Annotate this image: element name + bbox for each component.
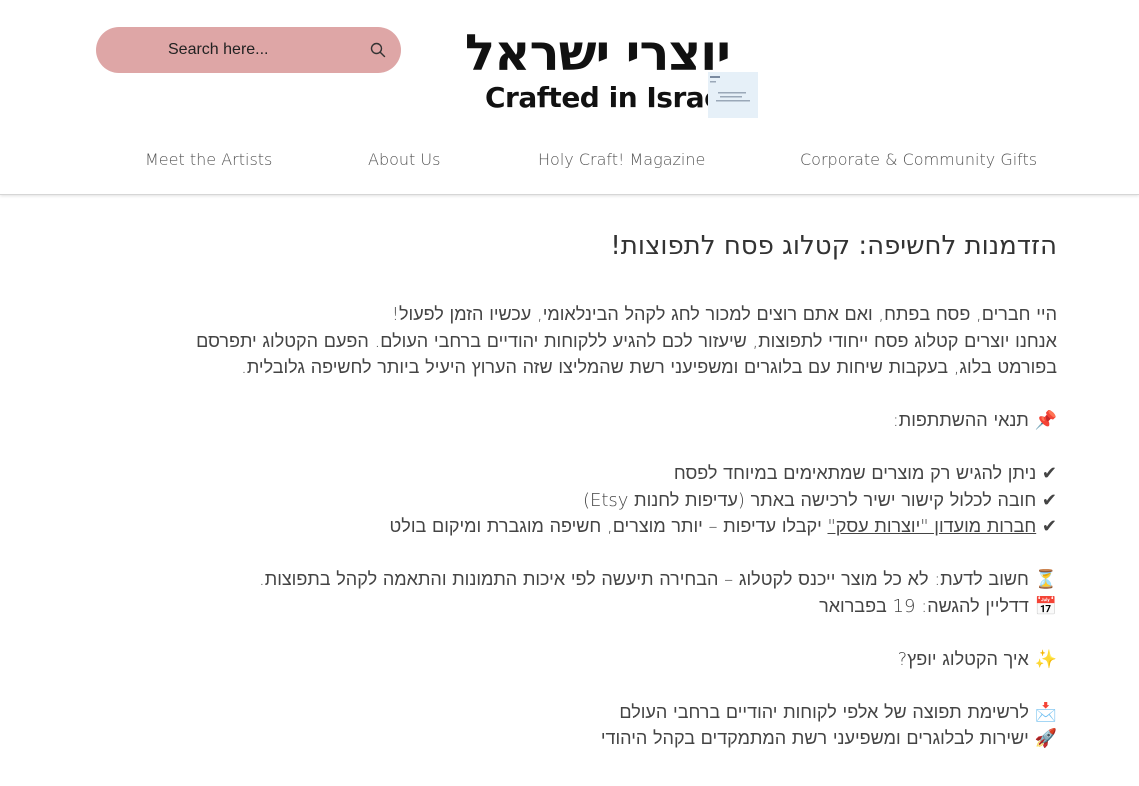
terms-heading: 📌 תנאי ההשתתפות: xyxy=(892,410,1057,431)
distribution-item: 🚀 ישירות לבלוגרים ומשפיעני רשת המתמקדים … xyxy=(600,728,1057,749)
search-icon[interactable] xyxy=(370,42,386,58)
nav-corporate-community-gifts[interactable]: Corporate & Community Gifts xyxy=(800,150,1037,169)
nav-about-us[interactable]: About Us xyxy=(368,150,440,169)
club-link[interactable]: חברות מועדון "יוצרות עסק" xyxy=(827,516,1036,537)
nav-meet-the-artists[interactable]: Meet the Artists xyxy=(145,150,272,169)
deadline-note: 📅 דדליין להגשה: 19 בפברואר xyxy=(819,595,1057,617)
check-icon: ✔ xyxy=(1036,516,1057,537)
search-input[interactable] xyxy=(168,39,368,61)
search-bar[interactable] xyxy=(96,27,401,73)
site-logo[interactable]: יוצרי ישראל Crafted in Israel xyxy=(465,24,760,120)
term-item: ✔ חברות מועדון "יוצרות עסק" יקבלו עדיפות… xyxy=(157,514,1057,541)
logo-hebrew: יוצרי ישראל xyxy=(464,24,731,82)
logo-english: Crafted in Israel xyxy=(485,81,732,114)
term-text: יקבלו עדיפות – יותר מוצרים, חשיפה מוגברת… xyxy=(389,516,828,537)
article: הזדמנות לחשיפה: קטלוג פסח לתפוצות! היי ח… xyxy=(157,228,1057,753)
distribution-item: 📩 לרשימת תפוצה של אלפי לקוחות יהודיים בר… xyxy=(619,701,1057,723)
site-header: יוצרי ישראל Crafted in Israel Meet the A… xyxy=(0,0,1139,195)
intro-line: אנחנו יוצרים קטלוג פסח ייחודי לתפוצות, ש… xyxy=(196,330,1057,352)
term-item: ✔ חובה לכלול קישור ישיר לרכישה באתר (עדי… xyxy=(582,489,1057,511)
intro-line: בפורמט בלוג, בעקבות שיחות עם בלוגרים ומש… xyxy=(241,357,1057,378)
important-note: ⏳ חשוב לדעת: לא כל מוצר ייכנס לקטלוג – ה… xyxy=(259,569,1057,590)
nav-holy-craft-magazine[interactable]: Holy Craft! Magazine xyxy=(538,150,705,169)
logo-badge xyxy=(708,72,758,118)
article-title: הזדמנות לחשיפה: קטלוג פסח לתפוצות! xyxy=(610,231,1057,261)
distribution-heading: ✨ איך הקטלוג יופץ? xyxy=(897,648,1057,670)
article-body: היי חברים, פסח בפתח, ואם אתם רוצים למכור… xyxy=(157,302,1057,753)
main-nav: Meet the Artists About Us Holy Craft! Ma… xyxy=(0,150,1139,178)
intro-line: היי חברים, פסח בפתח, ואם אתם רוצים למכור… xyxy=(391,304,1057,325)
term-item: ✔ ניתן להגיש רק מוצרים שמתאימים במיוחד ל… xyxy=(673,463,1057,484)
